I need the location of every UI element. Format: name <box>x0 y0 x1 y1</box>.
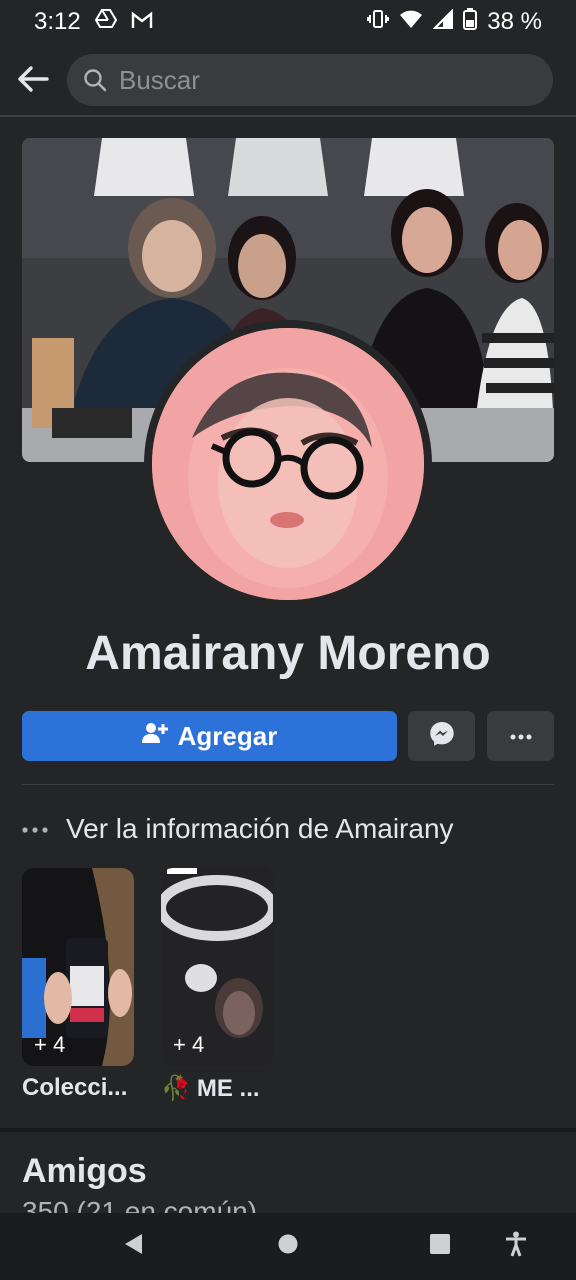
section-separator <box>0 1128 576 1132</box>
nav-recents-icon <box>429 1233 451 1260</box>
vibrate-icon <box>367 8 390 36</box>
more-icon <box>510 727 532 745</box>
status-bar: 3:12 38 % <box>0 0 576 44</box>
rose-emoji: 🥀 <box>161 1075 191 1102</box>
more-options-button[interactable] <box>487 711 554 761</box>
highlight-thumbnail: + 4 <box>22 868 134 1066</box>
friends-title: Amigos <box>22 1152 147 1190</box>
divider <box>0 115 576 117</box>
divider <box>22 784 554 785</box>
nav-recents-button[interactable] <box>410 1213 470 1280</box>
search-placeholder: Buscar <box>119 64 200 95</box>
status-time: 3:12 <box>34 8 81 35</box>
messenger-icon <box>429 721 455 752</box>
highlight-item[interactable]: + 4 Colecci... <box>22 868 134 1102</box>
signal-icon <box>432 8 454 36</box>
system-nav-bar <box>0 1213 576 1280</box>
drive-icon <box>94 8 117 36</box>
profile-avatar[interactable] <box>152 328 424 600</box>
search-input[interactable]: Buscar <box>67 54 553 106</box>
nav-home-icon <box>277 1233 299 1260</box>
highlight-label: ME ... <box>196 1074 260 1102</box>
nav-home-button[interactable] <box>258 1213 318 1280</box>
gmail-icon <box>131 8 153 36</box>
battery-icon <box>463 7 478 37</box>
add-friend-icon <box>141 721 168 752</box>
profile-name: Amairany Moreno <box>85 627 491 680</box>
add-friend-label: Agregar <box>177 720 278 751</box>
highlight-count: + 4 <box>173 1032 205 1057</box>
messenger-button[interactable] <box>408 711 475 761</box>
battery-percent: 38 % <box>487 8 542 35</box>
add-friend-button[interactable]: Agregar <box>22 711 397 761</box>
more-icon <box>22 820 48 838</box>
see-info-label: Ver la información de Amairany <box>66 813 454 844</box>
top-bar: Buscar <box>0 50 576 112</box>
nav-back-button[interactable] <box>103 1213 163 1280</box>
back-button[interactable] <box>0 50 66 112</box>
accessibility-icon <box>505 1231 527 1262</box>
search-icon <box>83 68 113 92</box>
back-arrow-icon <box>17 65 49 98</box>
see-info-link[interactable]: Ver la información de Amairany <box>22 806 454 852</box>
accessibility-button[interactable] <box>486 1213 546 1280</box>
highlight-thumbnail: + 4 <box>161 868 273 1066</box>
wifi-icon <box>399 8 423 36</box>
highlight-item[interactable]: + 4 🥀 ME ... <box>161 868 273 1103</box>
nav-back-icon <box>122 1232 144 1261</box>
highlight-label: Colecci... <box>22 1074 128 1101</box>
highlight-count: + 4 <box>34 1032 66 1057</box>
